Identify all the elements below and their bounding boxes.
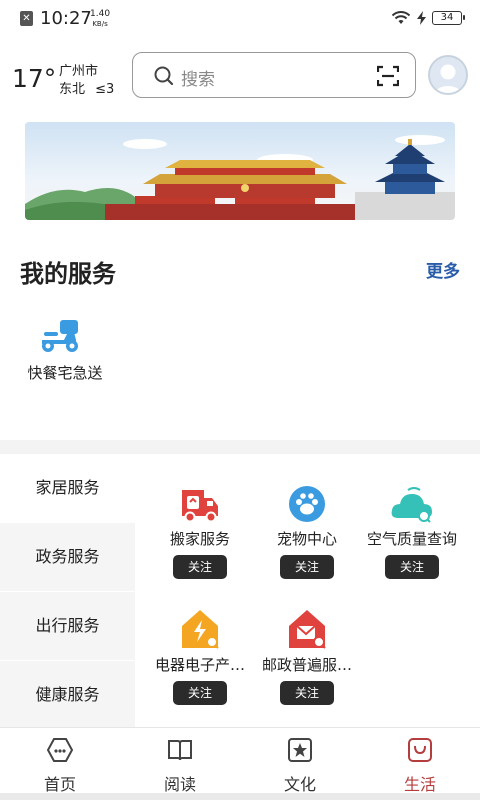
tiananmen-banner-image [25,135,455,220]
promo-banner[interactable] [25,122,455,220]
status-icons: 34 [391,10,465,26]
life-bag-icon [408,738,432,762]
category-item-health-services[interactable]: 健康服务 [0,661,135,729]
nav-label: 首页 [43,775,76,794]
wind-level: ≤3 [95,82,115,97]
service-name: 空气质量查询 [366,530,457,548]
scan-icon[interactable] [377,65,399,87]
wifi-icon [391,11,411,24]
service-name: 搬家服务 [169,530,230,548]
temperature: 17° [12,64,57,93]
wind-info: 东北 ≤3 [59,78,114,97]
scooter-icon [42,320,78,352]
category-sidebar: 家居服务 政务服务 出行服务 健康服务 [0,454,135,729]
follow-button[interactable]: 关注 [173,681,227,705]
my-services-title: 我的服务 [20,260,116,288]
nav-item-reading[interactable]: 阅读 [120,728,240,800]
book-icon [168,740,192,761]
air-quality-icon [391,487,432,523]
culture-icon [288,738,312,762]
nav-label: 阅读 [163,775,196,794]
network-speed-value: 1.40 [90,9,111,19]
status-time: 10:27 [40,8,92,29]
postal-house-icon [289,610,326,649]
service-pet-center[interactable]: 宠物中心 关注 [253,484,361,579]
category-item-home-services[interactable]: 家居服务 [0,454,135,522]
follow-button[interactable]: 关注 [280,681,334,705]
status-bar: ✕ 10:27 1.40 KB/s 34 [0,0,480,38]
appliance-house-icon [182,610,219,649]
section-divider [0,440,480,454]
city-name: 广州市 [59,64,99,79]
paw-icon [289,486,325,522]
user-avatar-icon [434,64,462,93]
category-item-travel-services[interactable]: 出行服务 [0,592,135,660]
service-postal[interactable]: 邮政普遍服… 关注 [253,608,361,705]
network-speed: 1.40 KB/s [90,9,110,29]
nav-label: 文化 [283,775,316,794]
moving-truck-icon [182,490,218,523]
service-fast-food-delivery[interactable]: 快餐宅急送 [20,318,110,383]
avatar[interactable] [428,55,468,95]
gesture-bar [0,793,480,800]
follow-button[interactable]: 关注 [173,555,227,579]
service-name: 电器电子产… [154,656,245,674]
search-placeholder: 搜索 [181,70,215,90]
service-air-quality[interactable]: 空气质量查询 关注 [358,484,466,579]
service-name: 邮政普遍服… [261,656,352,674]
search-input[interactable]: 搜索 [132,52,416,98]
wind-direction: 东北 [59,82,86,97]
follow-button[interactable]: 关注 [385,555,439,579]
home-icon [46,738,74,762]
search-icon [154,66,174,86]
service-name: 宠物中心 [276,530,337,548]
more-link[interactable]: 更多 [426,257,460,282]
follow-button[interactable]: 关注 [280,555,334,579]
nav-label: 生活 [403,775,436,794]
service-appliance-recycling[interactable]: 电器电子产… 关注 [146,608,254,705]
nav-item-culture[interactable]: 文化 [240,728,360,800]
charging-icon [417,11,426,25]
notification-icon: ✕ [20,11,33,26]
nav-item-life[interactable]: 生活 [360,728,480,800]
category-item-government-services[interactable]: 政务服务 [0,523,135,591]
service-moving[interactable]: 搬家服务 关注 [146,484,254,579]
network-speed-unit: KB/s [92,20,108,28]
nav-item-home[interactable]: 首页 [0,728,120,800]
bottom-nav: 首页 阅读 文化 生活 [0,727,480,800]
battery-icon: 34 [432,11,465,25]
service-label: 快餐宅急送 [27,364,103,382]
